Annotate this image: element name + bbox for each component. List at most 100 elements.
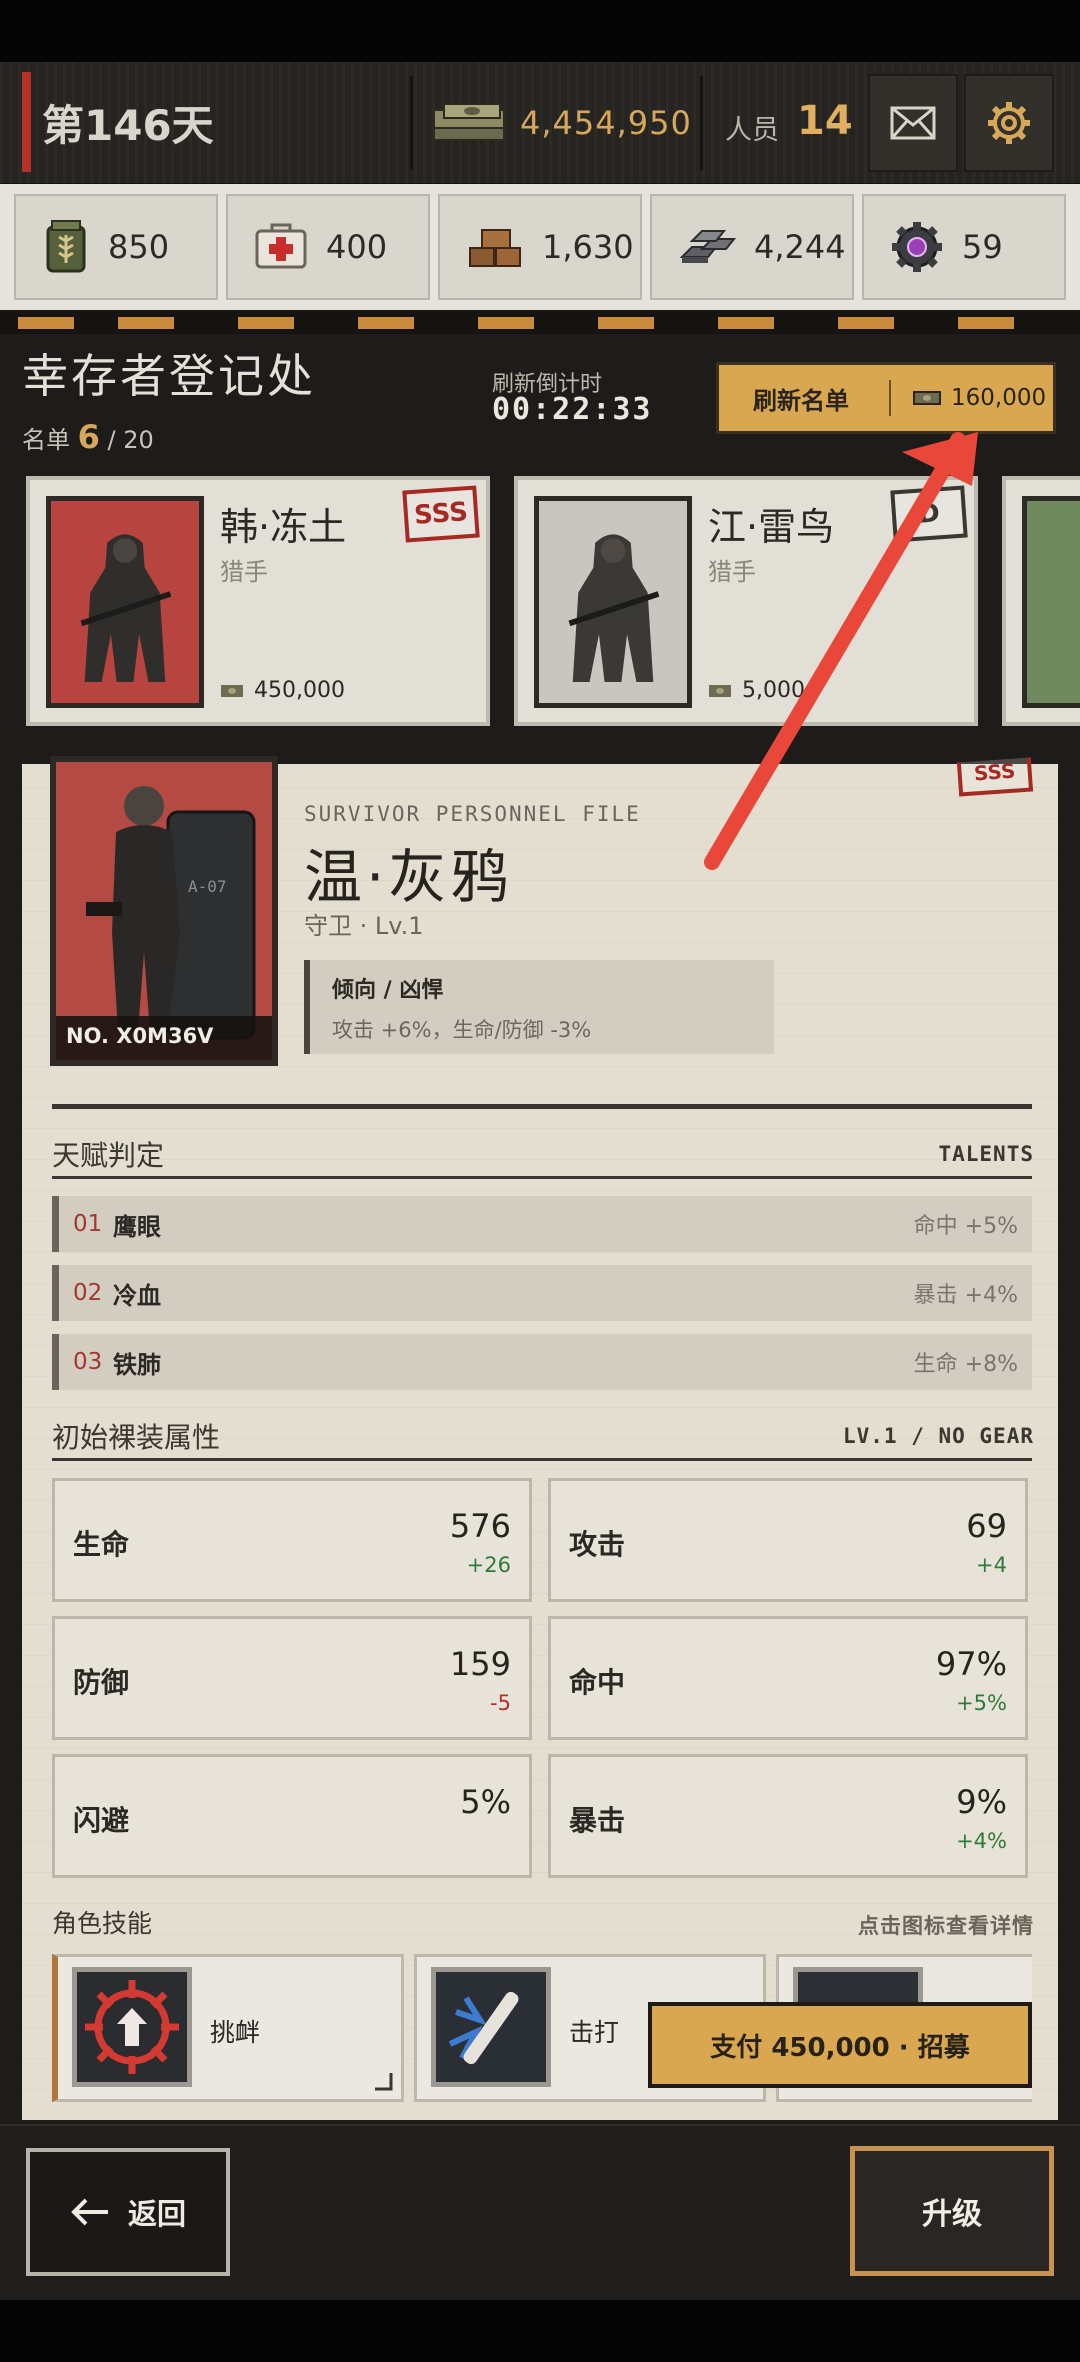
candidate-price: 5,000 (708, 678, 805, 703)
stat-value: 576 (449, 1507, 511, 1545)
candidate-name: 韩·冻土 (220, 505, 347, 549)
refresh-timer: 00:22:33 (492, 392, 653, 427)
mail-icon (890, 106, 936, 140)
candidate-portrait (46, 496, 204, 708)
back-label: 返回 (127, 2197, 186, 2231)
candidate-portrait (1022, 496, 1080, 708)
stat-delta: +4 (976, 1553, 1007, 1577)
stat-delta: +5% (956, 1691, 1007, 1715)
file-rank-badge: SSS (956, 757, 1034, 797)
resource-medicine[interactable]: 400 (226, 194, 430, 300)
resource-value: 850 (108, 228, 170, 266)
stat-label: 暴击 (569, 1804, 626, 1837)
skills-title: 角色技能 (52, 1909, 153, 1938)
skill-icon-frame (431, 1967, 551, 2087)
nav-bar (0, 2300, 1080, 2362)
candidate-name: 江·雷鸟 (708, 505, 835, 549)
resource-food[interactable]: 850 (14, 194, 218, 300)
header-divider (410, 76, 413, 170)
talent-name: 铁肺 (113, 1350, 161, 1379)
roster-count: 名单 6 / 20 (22, 418, 154, 456)
svg-text:A-07: A-07 (188, 877, 227, 896)
file-portrait: A-07 NO. X0M36V (50, 756, 278, 1066)
talent-effect: 生命 +8% (913, 1352, 1018, 1377)
section-divider (52, 1176, 1032, 1179)
skill-name: 击打 (569, 2018, 620, 2047)
portrait-serial: NO. X0M36V (56, 1016, 272, 1060)
stat-label: 命中 (569, 1666, 626, 1699)
resource-parts[interactable]: 59 (862, 194, 1066, 300)
section-divider (52, 1458, 1032, 1461)
refresh-cost: 160,000 (951, 385, 1047, 411)
refresh-list-button[interactable]: 刷新名单 160,000 (716, 362, 1056, 434)
baton-strike-icon (436, 1972, 546, 2082)
rank-badge: SSS (402, 485, 480, 543)
wood-logs-icon (469, 229, 521, 267)
stat-label: 闪避 (73, 1804, 130, 1837)
stat-delta: +4% (956, 1829, 1007, 1853)
talent-row: 01 鹰眼 命中 +5% (52, 1196, 1032, 1252)
cash-stack-icon (433, 103, 505, 141)
talent-effect: 暴击 +4% (913, 1283, 1018, 1308)
cash-icon (221, 684, 243, 697)
skill-card-taunt[interactable]: 挑衅 (52, 1954, 404, 2102)
resource-metal[interactable]: 4,244 (650, 194, 854, 300)
talent-number: 01 (73, 1211, 103, 1237)
stat-label: 防御 (73, 1666, 130, 1699)
candidate-class: 猎手 (220, 558, 268, 586)
rank-badge: D (890, 485, 968, 543)
talents-tag: TALENTS (938, 1142, 1034, 1166)
candidate-card[interactable]: 韩·冻土 猎手 450,000 SSS (26, 476, 490, 726)
cash-icon (913, 391, 941, 405)
settings-button[interactable] (964, 74, 1054, 172)
skills-hint: 点击图标查看详情 (858, 1914, 1034, 1938)
gear-icon (988, 102, 1030, 144)
resource-value: 4,244 (754, 228, 846, 266)
talents-title: 天赋判定 (52, 1139, 165, 1172)
roster-label: 名单 (22, 426, 70, 454)
talent-name: 冷血 (113, 1281, 161, 1310)
mail-button[interactable] (868, 74, 958, 172)
top-header: 第146天 4,454,950 人员 14 (0, 62, 1080, 184)
taunt-skill-icon (77, 1972, 187, 2082)
recruit-button[interactable]: 支付 450,000 · 招募 (648, 2002, 1032, 2088)
candidate-card[interactable]: 江·雷鸟 猎手 5,000 D (514, 476, 978, 726)
back-button[interactable]: 返回 (26, 2148, 230, 2276)
candidate-card[interactable] (1002, 476, 1080, 726)
survivor-class: 守卫 · Lv.1 (304, 912, 424, 940)
refresh-label: 刷新名单 (753, 386, 849, 415)
medkit-icon (255, 223, 307, 269)
upgrade-button[interactable]: 升级 (850, 2146, 1054, 2276)
stat-value: 9% (956, 1783, 1007, 1821)
stat-attack: 攻击 69 +4 (548, 1478, 1028, 1602)
skill-icon-frame (72, 1967, 192, 2087)
staff-count: 14 (797, 98, 853, 144)
roster-current: 6 (77, 418, 100, 456)
roster-max: / 20 (107, 426, 154, 454)
resource-wood[interactable]: 1,630 (438, 194, 642, 300)
candidate-price: 450,000 (220, 678, 345, 703)
candidate-class: 猎手 (708, 558, 756, 586)
tendency-box: 倾向 / 凶悍 攻击 +6%，生命/防御 -3% (304, 960, 774, 1054)
stat-delta: +26 (466, 1553, 511, 1577)
price-value: 5,000 (742, 678, 805, 703)
section-divider (52, 1104, 1032, 1109)
price-value: 450,000 (254, 678, 345, 703)
stat-value: 159 (449, 1645, 511, 1683)
stat-label: 攻击 (569, 1528, 626, 1561)
skill-name: 挑衅 (210, 2018, 261, 2047)
personnel-file: A-07 NO. X0M36V SSS SURVIVOR PERSONNEL F… (22, 756, 1058, 2120)
resource-value: 1,630 (542, 228, 634, 266)
stat-value: 97% (935, 1645, 1007, 1683)
talent-row: 02 冷血 暴击 +4% (52, 1265, 1032, 1321)
stat-defense: 防御 159 -5 (52, 1616, 532, 1740)
metal-ingots-icon (679, 230, 736, 263)
talent-number: 02 (73, 1280, 103, 1306)
money-value: 4,454,950 (520, 104, 692, 142)
tendency-title: 倾向 / 凶悍 (332, 978, 444, 1003)
stat-value: 5% (460, 1783, 511, 1821)
file-subtitle: SURVIVOR PERSONNEL FILE (304, 802, 641, 826)
gear-chip-icon (892, 222, 942, 272)
stat-value: 69 (966, 1507, 1007, 1545)
status-bar (0, 0, 1080, 62)
